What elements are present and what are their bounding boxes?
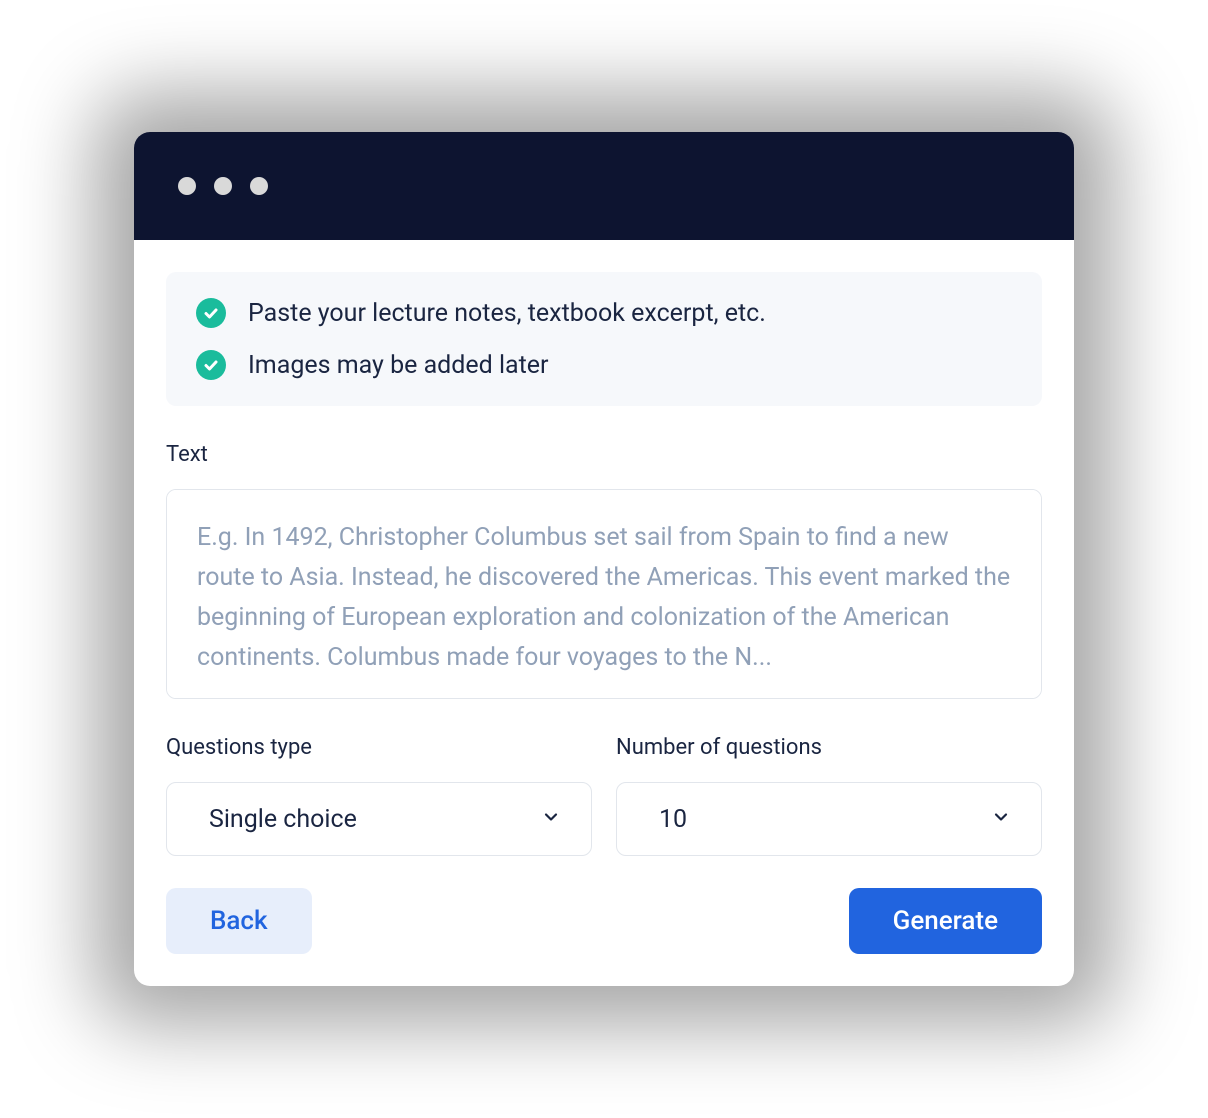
generate-button[interactable]: Generate [849, 888, 1042, 954]
window-control-dot[interactable] [214, 177, 232, 195]
info-text: Paste your lecture notes, textbook excer… [248, 299, 766, 328]
options-row: Questions type Single choice Number of q… [166, 735, 1042, 856]
window-control-dot[interactable] [178, 177, 196, 195]
number-label: Number of questions [616, 735, 1042, 760]
number-group: Number of questions 10 [616, 735, 1042, 856]
info-item: Paste your lecture notes, textbook excer… [196, 298, 1012, 328]
text-input[interactable] [166, 489, 1042, 699]
check-icon [196, 298, 226, 328]
info-box: Paste your lecture notes, textbook excer… [166, 272, 1042, 406]
window-control-dot[interactable] [250, 177, 268, 195]
info-item: Images may be added later [196, 350, 1012, 380]
info-text: Images may be added later [248, 351, 549, 380]
chevron-down-icon [541, 805, 561, 834]
question-type-group: Questions type Single choice [166, 735, 592, 856]
question-type-select[interactable]: Single choice [166, 782, 592, 856]
window-titlebar [134, 132, 1074, 240]
text-label: Text [166, 442, 1042, 467]
back-button[interactable]: Back [166, 888, 312, 954]
question-type-label: Questions type [166, 735, 592, 760]
content-area: Paste your lecture notes, textbook excer… [134, 240, 1074, 986]
number-value: 10 [659, 805, 687, 834]
app-window: Paste your lecture notes, textbook excer… [134, 132, 1074, 986]
question-type-value: Single choice [209, 805, 357, 834]
actions-row: Back Generate [166, 888, 1042, 954]
check-icon [196, 350, 226, 380]
chevron-down-icon [991, 805, 1011, 834]
number-select[interactable]: 10 [616, 782, 1042, 856]
